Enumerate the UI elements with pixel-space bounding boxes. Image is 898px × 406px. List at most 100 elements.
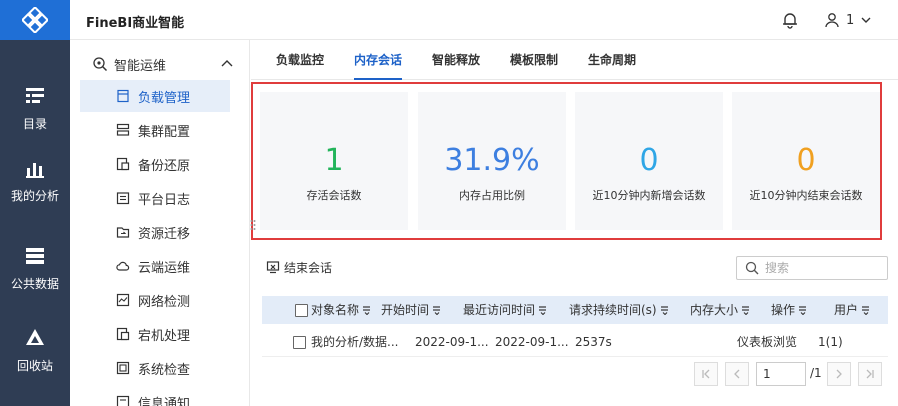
column-label: 内存大小 <box>690 303 739 317</box>
rail-item-label: 回收站 <box>16 358 53 373</box>
sort-icon[interactable] <box>432 305 441 315</box>
end-session-icon <box>266 261 280 274</box>
sidebar-item-load-management[interactable]: 负载管理 <box>80 80 230 112</box>
column-label: 对象名称 <box>311 303 360 317</box>
sidebar-group-smart-ops[interactable]: 智能运维 <box>80 50 240 78</box>
metric-label: 内存占用比例 <box>459 189 525 202</box>
end-session-label: 结束会话 <box>284 260 333 275</box>
logo-icon <box>22 7 48 33</box>
ops-search-icon <box>93 57 108 72</box>
page-total: /1 <box>810 366 822 380</box>
left-rail: 目录 我的分析 公共数据 回收站 <box>0 0 70 406</box>
recycle-icon <box>26 328 44 345</box>
rail-item-label: 目录 <box>22 116 47 131</box>
backup-icon <box>116 157 130 171</box>
app-root: 目录 我的分析 公共数据 回收站 FineBI商业智能 1 智能运维 负载管理 … <box>0 0 898 406</box>
metrics-panel: 1 存活会话数 31.9% 内存占用比例 0 近10分钟内新增会话数 0 近10… <box>251 82 882 240</box>
user-menu[interactable]: 1 <box>824 10 872 30</box>
column-header-start-time[interactable]: 开始时间 <box>381 296 441 324</box>
metric-value: 31.9% <box>444 143 540 178</box>
end-session-button[interactable]: 结束会话 <box>266 258 332 276</box>
cell-user: 1(1) <box>818 335 843 349</box>
column-label: 操作 <box>771 303 796 317</box>
sort-icon[interactable] <box>741 305 750 315</box>
sidebar-item-system-check[interactable]: 系统检查 <box>80 352 230 384</box>
user-name: 1 <box>846 12 855 28</box>
sidebar-item-label: 云端运维 <box>138 260 191 276</box>
cell-last-access: 2022-09-1... <box>495 335 569 349</box>
sort-icon[interactable] <box>861 305 870 315</box>
tab-load-monitor[interactable]: 负载监控 <box>276 40 324 80</box>
rail-item-public-data[interactable]: 公共数据 <box>0 228 70 308</box>
last-page-button[interactable] <box>858 362 882 386</box>
sort-icon[interactable] <box>798 305 807 315</box>
tab-lifecycle[interactable]: 生命周期 <box>588 40 636 80</box>
search-input[interactable] <box>765 261 875 275</box>
column-label: 用户 <box>834 303 859 317</box>
column-header-user[interactable]: 用户 <box>834 296 870 324</box>
sidebar-item-platform-log[interactable]: 平台日志 <box>80 182 230 214</box>
row-checkbox[interactable] <box>293 335 306 349</box>
load-icon <box>117 89 129 103</box>
cluster-icon <box>116 123 130 136</box>
sidebar-item-label: 集群配置 <box>138 124 191 140</box>
notification-icon <box>116 395 130 406</box>
metric-value: 0 <box>639 143 659 178</box>
rail-item-label: 我的分析 <box>10 188 59 203</box>
rail-item-my-analysis[interactable]: 我的分析 <box>0 140 70 220</box>
first-page-button[interactable] <box>694 362 718 386</box>
metric-card-memory-ratio: 31.9% 内存占用比例 <box>418 92 566 230</box>
tab-smart-release[interactable]: 智能释放 <box>432 40 480 80</box>
metric-label: 存活会话数 <box>306 189 362 202</box>
column-label: 最近访问时间 <box>463 303 536 317</box>
rail-item-catalog[interactable]: 目录 <box>0 68 70 148</box>
column-label: 请求持续时间(s) <box>569 303 657 317</box>
prev-page-button[interactable] <box>725 362 749 386</box>
user-icon <box>825 13 839 28</box>
column-header-operation[interactable]: 操作 <box>771 296 807 324</box>
column-header-last-access[interactable]: 最近访问时间 <box>463 296 547 324</box>
first-page-icon <box>702 369 710 379</box>
column-header-memory[interactable]: 内存大小 <box>690 296 750 324</box>
search-icon <box>745 261 759 275</box>
sort-icon[interactable] <box>362 305 371 315</box>
sidebar-item-backup-restore[interactable]: 备份还原 <box>80 148 230 180</box>
next-page-button[interactable] <box>827 362 851 386</box>
chevron-right-icon <box>836 369 842 379</box>
bell-icon[interactable] <box>780 10 800 30</box>
crash-icon <box>116 327 130 341</box>
rail-item-recycle[interactable]: 回收站 <box>0 310 70 390</box>
sidebar-item-cluster-config[interactable]: 集群配置 <box>80 114 230 146</box>
network-icon <box>116 293 130 307</box>
chevron-up-icon <box>221 60 233 67</box>
tab-bar: 负载监控 内存会话 智能释放 模板限制 生命周期 <box>251 40 898 80</box>
last-page-icon <box>866 369 874 379</box>
sidebar-item-label: 信息通知 <box>138 396 191 406</box>
page-number-input[interactable] <box>756 362 806 386</box>
column-header-name[interactable]: 对象名称 <box>295 296 371 324</box>
catalog-icon <box>26 87 44 103</box>
select-all-checkbox[interactable] <box>295 303 308 317</box>
analysis-chart-icon <box>26 162 44 178</box>
sidebar-item-notifications[interactable]: 信息通知 <box>80 386 230 406</box>
sidebar-item-label: 网络检测 <box>138 294 191 310</box>
tab-memory-session[interactable]: 内存会话 <box>354 40 403 80</box>
sidebar-item-label: 资源迁移 <box>138 226 191 242</box>
system-check-icon <box>116 361 130 375</box>
cell-text: 我的分析/数据... <box>311 335 399 349</box>
app-title: FineBI商业智能 <box>86 16 185 31</box>
sidebar-item-label: 系统检查 <box>138 362 191 378</box>
sidebar-item-cloud-ops[interactable]: 云端运维 <box>80 250 230 282</box>
tab-template-limit[interactable]: 模板限制 <box>510 40 558 80</box>
drag-handle-icon[interactable] <box>250 218 256 232</box>
table-row[interactable]: 我的分析/数据... 2022-09-1... 2022-09-1... 253… <box>262 327 888 357</box>
sort-icon[interactable] <box>660 305 669 315</box>
sidebar-item-network-check[interactable]: 网络检测 <box>80 284 230 316</box>
column-header-duration[interactable]: 请求持续时间(s) <box>569 296 669 324</box>
sidebar-item-crash-handling[interactable]: 宕机处理 <box>80 318 230 350</box>
sidebar-item-resource-migration[interactable]: 资源迁移 <box>80 216 230 248</box>
metric-label: 近10分钟内结束会话数 <box>749 189 863 202</box>
sort-icon[interactable] <box>538 305 547 315</box>
fine-logo[interactable] <box>0 0 70 40</box>
sidebar-item-label: 备份还原 <box>138 158 191 174</box>
